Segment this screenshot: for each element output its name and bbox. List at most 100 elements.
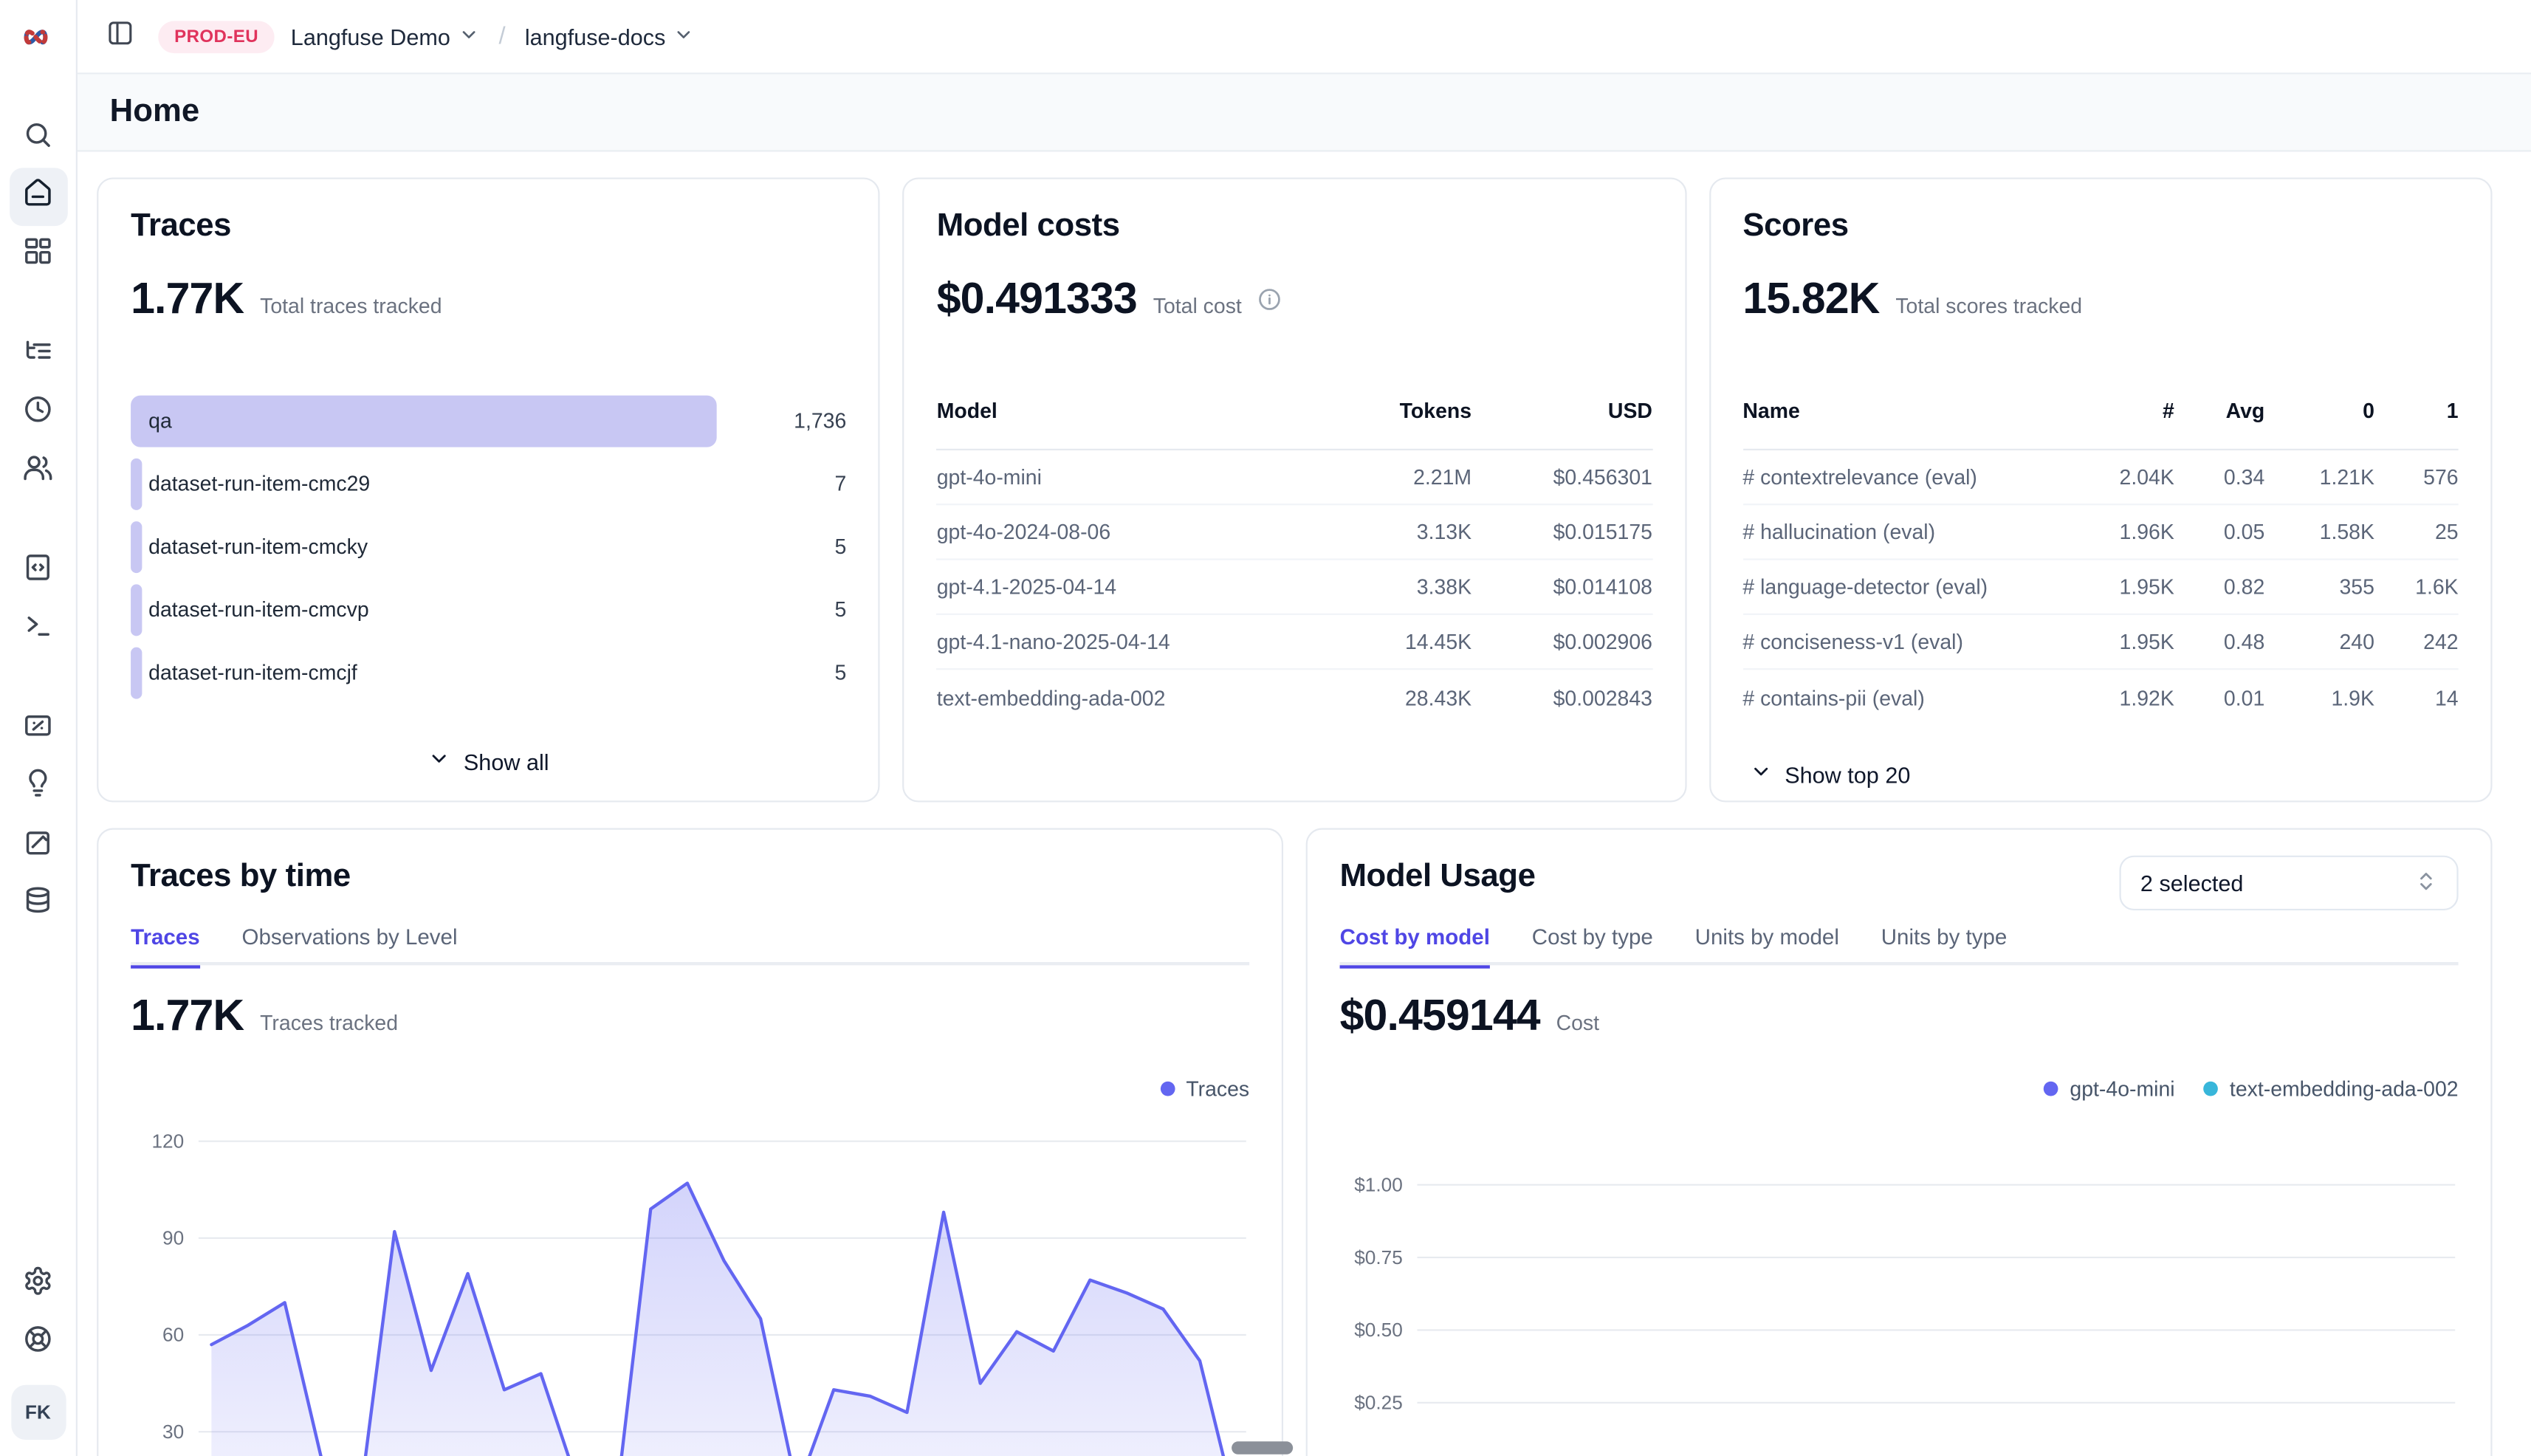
trace-bar [131, 648, 142, 699]
tab-units-by-model[interactable]: Units by model [1695, 925, 1839, 966]
column-header: 1 [2374, 399, 2459, 423]
sidebar-toggle-button[interactable] [97, 14, 142, 59]
trace-name: dataset-run-item-cmcvp [148, 584, 369, 636]
column-header: USD [1471, 399, 1652, 423]
trace-list-item[interactable]: dataset-run-item-cmcvp5 [131, 584, 846, 636]
project-name: langfuse-docs [525, 24, 666, 49]
cell-value: 14.45K [1323, 630, 1471, 654]
cell-value: 1.95K [2074, 630, 2174, 654]
percent-box-icon [23, 710, 54, 749]
card-title: Traces by time [131, 859, 1249, 896]
svg-text:90: 90 [162, 1227, 184, 1249]
chevrons-up-down-icon [2415, 869, 2438, 896]
cell-value: 0.48 [2174, 630, 2264, 654]
cell-value: 3.38K [1323, 574, 1471, 599]
trace-count: 7 [834, 459, 846, 510]
show-top-20-button[interactable]: Show top 20 [1742, 760, 2458, 788]
cell-name: # hallucination (eval) [1742, 520, 2074, 544]
card-title: Traces [131, 208, 846, 245]
breadcrumb-separator: / [495, 23, 509, 50]
cell-value: 1.6K [2374, 574, 2459, 599]
sidebar-item-home[interactable] [9, 168, 67, 226]
table-row: text-embedding-ada-00228.43K$0.002843 [937, 670, 1652, 724]
legend-item[interactable]: gpt-4o-mini [2044, 1076, 2174, 1100]
sidebar-item-prompts[interactable] [9, 543, 67, 601]
user-avatar[interactable]: FK [10, 1385, 65, 1440]
langfuse-logo[interactable] [0, 0, 76, 75]
table-row: # conciseness-v1 (eval)1.95K0.48240242 [1742, 615, 2458, 670]
cell-value: $0.456301 [1471, 465, 1652, 490]
cell-value: 25 [2374, 520, 2459, 544]
traces-by-time-card: Traces by time Traces Observations by Lev… [97, 828, 1283, 1456]
sidebar-item-settings[interactable] [9, 1256, 67, 1314]
table-header: Name#Avg01 [1742, 399, 2458, 450]
file-code-icon [23, 552, 54, 591]
cell-name: # language-detector (eval) [1742, 574, 2074, 599]
table-row: gpt-4.1-nano-2025-04-1414.45K$0.002906 [937, 615, 1652, 670]
sidebar-item-tracing[interactable] [9, 326, 67, 385]
traces-tracked-total: 1.77K [131, 991, 244, 1041]
column-header: Avg [2174, 399, 2264, 423]
legend-item[interactable]: text-embedding-ada-002 [2204, 1076, 2459, 1100]
svg-text:120: 120 [151, 1130, 184, 1152]
table-row: # language-detector (eval)1.95K0.823551.… [1742, 560, 2458, 615]
cell-name: gpt-4o-mini [937, 465, 1323, 490]
tab-traces[interactable]: Traces [131, 925, 200, 969]
scores-card: Scores 15.82K Total scores tracked Name#… [1708, 177, 2492, 802]
sidebar-item-datasets[interactable] [9, 875, 67, 933]
sidebar-item-playground[interactable] [9, 600, 67, 659]
sidebar-item-insights[interactable] [9, 759, 67, 817]
table-row: # contains-pii (eval)1.92K0.011.9K14 [1742, 670, 2458, 724]
horizontal-scrollbar-thumb[interactable] [1232, 1441, 1293, 1454]
cell-value: 0.01 [2174, 685, 2264, 710]
list-tree-icon [23, 336, 54, 374]
sidebar-item-dashboards[interactable] [9, 226, 67, 284]
sidebar: FK [0, 0, 78, 1456]
cell-value: 1.21K [2264, 465, 2374, 490]
org-switcher[interactable]: Langfuse Demo [291, 24, 479, 49]
sidebar-item-users[interactable] [9, 442, 67, 501]
environment-badge: PROD-EU [158, 20, 275, 52]
cell-value: 576 [2374, 465, 2459, 490]
cell-value: 2.21M [1323, 465, 1471, 490]
cell-value: 1.9K [2264, 685, 2374, 710]
card-title: Model costs [937, 208, 1652, 245]
legend-dot [2044, 1081, 2058, 1096]
main-content: Traces 1.77K Total traces tracked qa1,73… [78, 152, 2531, 1456]
tab-cost-by-model[interactable]: Cost by model [1340, 925, 1490, 969]
tab-units-by-type[interactable]: Units by type [1881, 925, 2008, 966]
cell-value: 355 [2264, 574, 2374, 599]
cell-value: 28.43K [1323, 685, 1471, 710]
sidebar-item-search[interactable] [9, 110, 67, 168]
table-header: ModelTokensUSD [937, 399, 1652, 450]
tab-observations-by-level[interactable]: Observations by Level [241, 925, 457, 966]
svg-text:$1.00: $1.00 [1354, 1173, 1403, 1195]
cell-name: # contextrelevance (eval) [1742, 465, 2074, 490]
column-header: Model [937, 399, 1323, 423]
legend-item[interactable]: Traces [1160, 1076, 1249, 1100]
table-row: gpt-4o-2024-08-063.13K$0.015175 [937, 505, 1652, 560]
sidebar-item-annotation[interactable] [9, 817, 67, 875]
project-switcher[interactable]: langfuse-docs [525, 24, 695, 49]
trace-list-item[interactable]: dataset-run-item-cmc297 [131, 459, 846, 510]
traces-tracked-label: Traces tracked [260, 1011, 398, 1035]
trace-list-item[interactable]: dataset-run-item-cmcjf5 [131, 648, 846, 699]
model-selector-dropdown[interactable]: 2 selected [2120, 856, 2459, 910]
sidebar-item-support[interactable] [9, 1314, 67, 1373]
cell-value: $0.014108 [1471, 574, 1652, 599]
model-costs-card: Model costs $0.491333 Total cost ModelTo… [903, 177, 1686, 802]
sidebar-item-evaluation[interactable] [9, 701, 67, 759]
show-all-button[interactable]: Show all [131, 747, 846, 775]
sidebar-item-sessions[interactable] [9, 384, 67, 442]
table-row: gpt-4o-mini2.21M$0.456301 [937, 450, 1652, 505]
trace-list-item[interactable]: dataset-run-item-cmcky5 [131, 521, 846, 573]
trace-list-item[interactable]: qa1,736 [131, 396, 846, 447]
model-costs-table: ModelTokensUSD gpt-4o-mini2.21M$0.456301… [937, 399, 1652, 725]
cell-value: 1.95K [2074, 574, 2174, 599]
org-name: Langfuse Demo [291, 24, 450, 49]
trace-name: dataset-run-item-cmcky [148, 521, 368, 573]
tab-cost-by-type[interactable]: Cost by type [1532, 925, 1653, 966]
info-icon[interactable] [1258, 287, 1282, 312]
column-header: Name [1742, 399, 2074, 423]
langfuse-home-page: FK PROD-EU Langfuse Demo / langfuse-docs… [0, 0, 2531, 1456]
